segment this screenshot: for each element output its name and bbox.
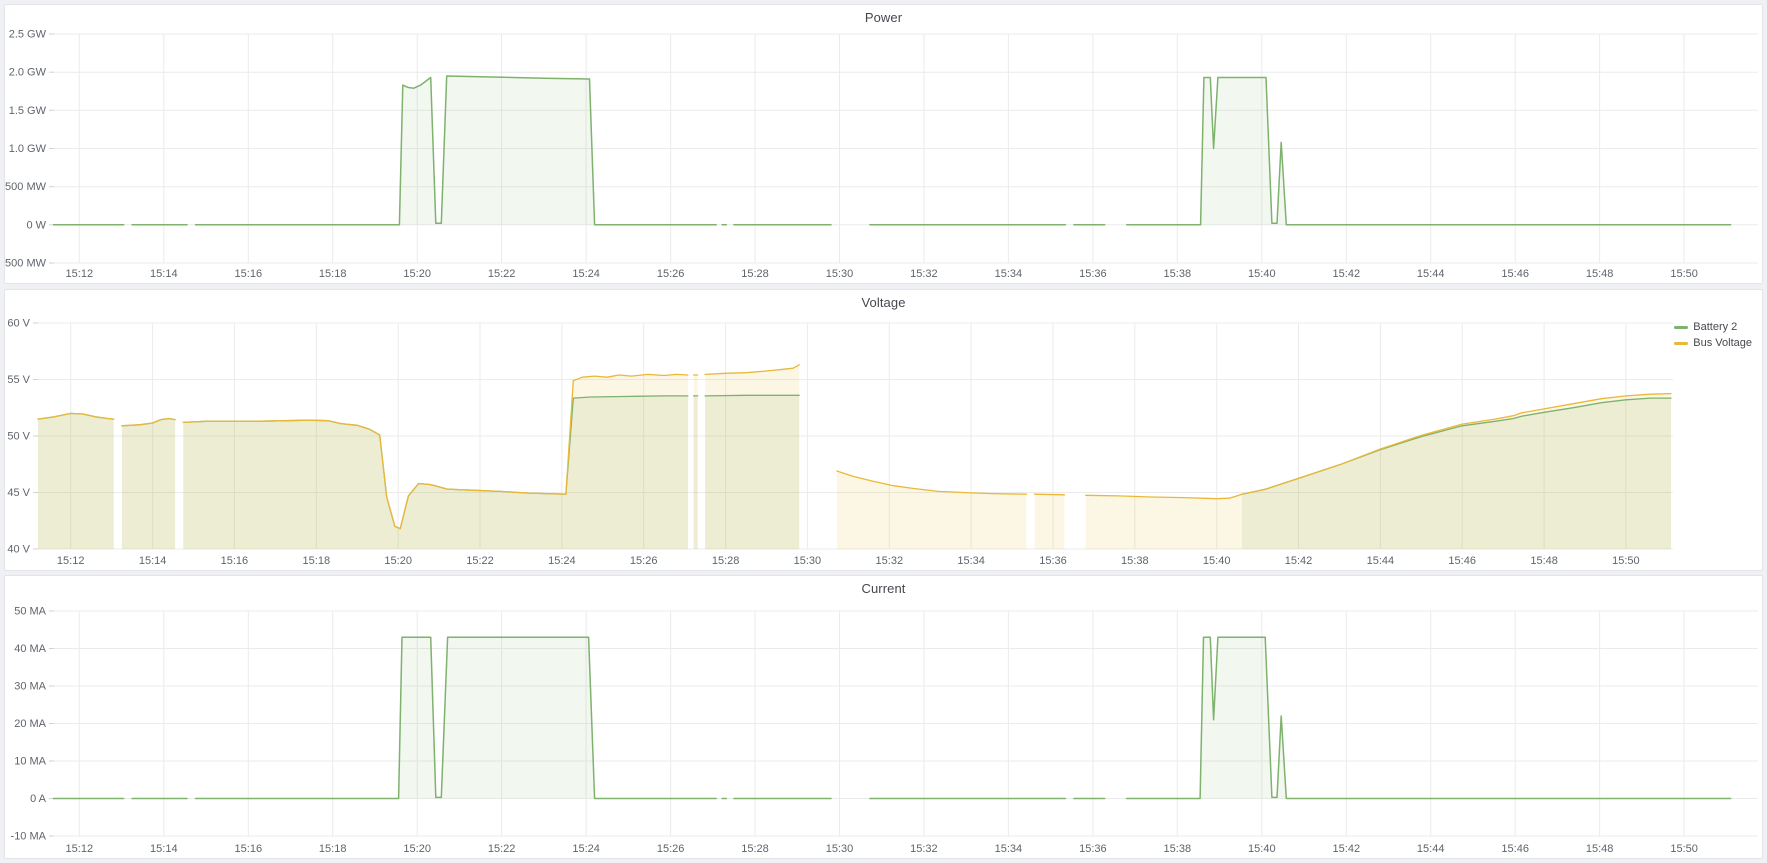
svg-text:15:14: 15:14	[150, 268, 178, 280]
svg-text:15:14: 15:14	[150, 843, 178, 855]
svg-text:15:26: 15:26	[630, 555, 658, 567]
svg-text:15:26: 15:26	[657, 268, 685, 280]
svg-text:15:16: 15:16	[235, 843, 263, 855]
svg-text:50 MA: 50 MA	[14, 606, 46, 618]
svg-text:15:26: 15:26	[657, 843, 685, 855]
svg-text:15:20: 15:20	[403, 843, 431, 855]
svg-text:15:30: 15:30	[794, 555, 822, 567]
svg-text:15:14: 15:14	[139, 555, 167, 567]
svg-text:15:46: 15:46	[1448, 555, 1476, 567]
svg-text:50 V: 50 V	[7, 431, 30, 443]
svg-text:15:24: 15:24	[548, 555, 576, 567]
svg-text:15:22: 15:22	[488, 843, 516, 855]
svg-text:15:36: 15:36	[1079, 268, 1107, 280]
svg-text:15:40: 15:40	[1203, 555, 1231, 567]
current-panel: 50 MA 40 MA 30 MA 20 MA 10 MA 0 A -10 MA 15:12 1…	[4, 575, 1763, 859]
svg-text:15:48: 15:48	[1586, 268, 1614, 280]
current-panel-title[interactable]: Current	[5, 581, 1762, 596]
svg-text:40 V: 40 V	[7, 544, 30, 556]
svg-text:1.5 GW: 1.5 GW	[9, 105, 47, 117]
voltage-panel: 60 V 55 V 50 V 45 V 40 V 15:12 15:14 15:16 15:18…	[4, 289, 1763, 571]
legend-label-battery-2: Battery 2	[1693, 321, 1737, 333]
voltage-panel-title[interactable]: Voltage	[5, 295, 1762, 310]
svg-text:15:50: 15:50	[1670, 843, 1698, 855]
svg-text:15:42: 15:42	[1333, 843, 1361, 855]
voltage-chart[interactable]: 60 V 55 V 50 V 45 V 40 V 15:12 15:14 15:16 15:18…	[5, 290, 1762, 570]
svg-text:15:18: 15:18	[319, 843, 347, 855]
svg-text:15:24: 15:24	[572, 268, 600, 280]
svg-text:15:16: 15:16	[221, 555, 249, 567]
svg-text:15:44: 15:44	[1417, 843, 1445, 855]
svg-text:30 MA: 30 MA	[14, 681, 46, 693]
svg-text:40 MA: 40 MA	[14, 643, 46, 655]
svg-text:15:36: 15:36	[1079, 843, 1107, 855]
bus-voltage-color-swatch	[1674, 342, 1688, 345]
legend-label-bus-voltage: Bus Voltage	[1693, 337, 1752, 349]
svg-text:15:12: 15:12	[66, 268, 94, 280]
svg-text:15:42: 15:42	[1333, 268, 1361, 280]
svg-text:-10 MA: -10 MA	[11, 831, 47, 843]
svg-text:15:12: 15:12	[57, 555, 85, 567]
svg-text:0 A: 0 A	[30, 793, 47, 805]
svg-text:15:22: 15:22	[488, 268, 516, 280]
svg-text:55 V: 55 V	[7, 374, 30, 386]
svg-text:20 MA: 20 MA	[14, 718, 46, 730]
svg-text:1.0 GW: 1.0 GW	[9, 143, 47, 155]
svg-text:15:50: 15:50	[1670, 268, 1698, 280]
svg-text:15:28: 15:28	[712, 555, 740, 567]
svg-text:2.5 GW: 2.5 GW	[9, 29, 47, 41]
svg-text:15:46: 15:46	[1501, 268, 1529, 280]
svg-text:15:34: 15:34	[995, 268, 1023, 280]
svg-text:500 MW: 500 MW	[5, 181, 47, 193]
svg-text:15:44: 15:44	[1367, 555, 1395, 567]
svg-text:15:12: 15:12	[66, 843, 94, 855]
svg-text:15:32: 15:32	[910, 843, 938, 855]
svg-text:-500 MW: -500 MW	[5, 258, 47, 270]
svg-text:45 V: 45 V	[7, 487, 30, 499]
svg-text:15:28: 15:28	[741, 843, 769, 855]
svg-text:15:50: 15:50	[1612, 555, 1640, 567]
power-panel: 2.5 GW 2.0 GW 1.5 GW 1.0 GW 500 MW 0 W -500 MW…	[4, 4, 1763, 284]
svg-text:15:46: 15:46	[1501, 843, 1529, 855]
voltage-legend: Battery 2 Bus Voltage	[1674, 321, 1752, 349]
svg-text:15:36: 15:36	[1039, 555, 1067, 567]
svg-text:15:32: 15:32	[910, 268, 938, 280]
battery-2-color-swatch	[1674, 326, 1688, 329]
svg-text:15:34: 15:34	[957, 555, 985, 567]
svg-text:15:48: 15:48	[1586, 843, 1614, 855]
svg-text:15:18: 15:18	[319, 268, 347, 280]
svg-text:15:44: 15:44	[1417, 268, 1445, 280]
svg-text:15:40: 15:40	[1248, 843, 1276, 855]
svg-text:15:18: 15:18	[303, 555, 331, 567]
svg-text:15:30: 15:30	[826, 843, 854, 855]
svg-text:15:38: 15:38	[1121, 555, 1149, 567]
svg-text:15:20: 15:20	[384, 555, 412, 567]
legend-item-bus-voltage[interactable]: Bus Voltage	[1674, 337, 1752, 349]
svg-text:60 V: 60 V	[7, 318, 30, 330]
svg-text:15:42: 15:42	[1285, 555, 1313, 567]
svg-text:15:22: 15:22	[466, 555, 494, 567]
svg-text:15:28: 15:28	[741, 268, 769, 280]
svg-text:15:20: 15:20	[403, 268, 431, 280]
legend-item-battery-2[interactable]: Battery 2	[1674, 321, 1737, 333]
svg-text:15:32: 15:32	[876, 555, 904, 567]
power-chart[interactable]: 2.5 GW 2.0 GW 1.5 GW 1.0 GW 500 MW 0 W -500 MW…	[5, 5, 1762, 283]
power-panel-title[interactable]: Power	[5, 10, 1762, 25]
svg-text:15:30: 15:30	[826, 268, 854, 280]
current-chart[interactable]: 50 MA 40 MA 30 MA 20 MA 10 MA 0 A -10 MA 15:12 1…	[5, 576, 1762, 858]
svg-text:15:40: 15:40	[1248, 268, 1276, 280]
svg-text:15:38: 15:38	[1164, 843, 1192, 855]
svg-text:0 W: 0 W	[26, 219, 46, 231]
svg-text:15:34: 15:34	[995, 843, 1023, 855]
svg-text:15:16: 15:16	[235, 268, 263, 280]
svg-text:2.0 GW: 2.0 GW	[9, 67, 47, 79]
svg-text:15:24: 15:24	[572, 843, 600, 855]
svg-text:15:48: 15:48	[1530, 555, 1558, 567]
svg-text:15:38: 15:38	[1164, 268, 1192, 280]
svg-text:10 MA: 10 MA	[14, 756, 46, 768]
